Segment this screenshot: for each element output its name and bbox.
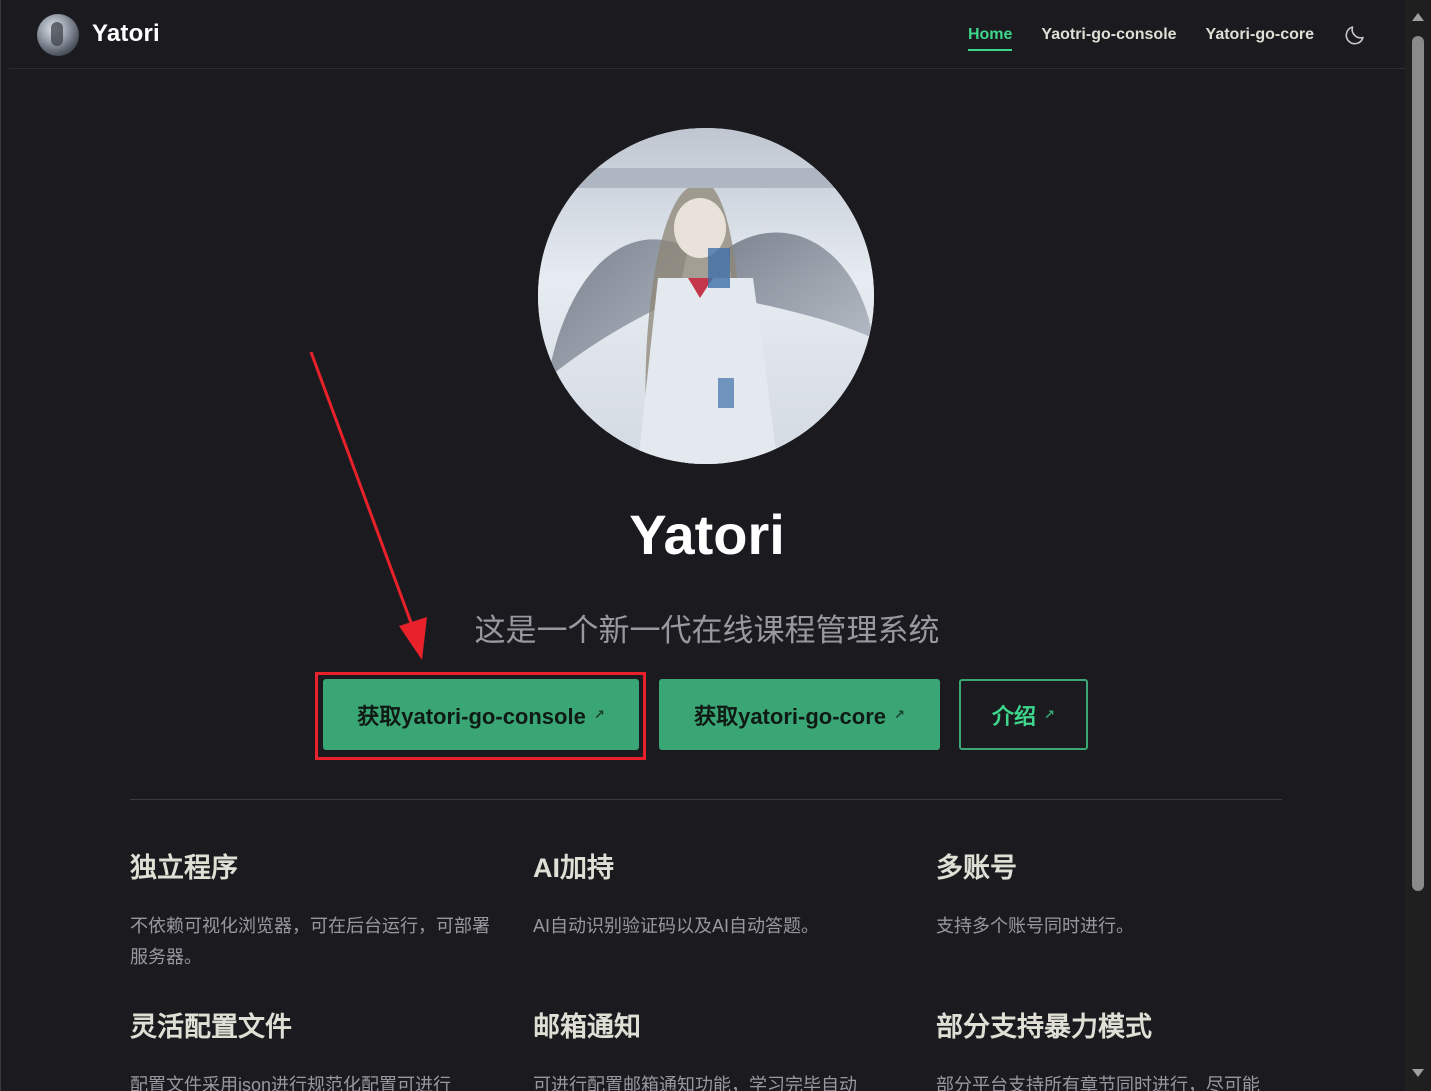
external-link-icon: ↗ (894, 706, 905, 722)
hero-title: Yatori (629, 503, 785, 566)
feature-card: AI加持 AI自动识别验证码以及AI自动答题。 (533, 846, 893, 942)
get-console-button[interactable]: 获取yatori-go-console ↗ (323, 679, 639, 750)
get-console-label: 获取yatori-go-console (357, 703, 586, 729)
feature-title: 独立程序 (130, 853, 238, 883)
feature-details: 配置文件采用json进行规范化配置可进行 (130, 1075, 452, 1091)
external-link-icon: ↗ (1044, 706, 1055, 722)
feature-details: 部分平台支持所有章节同时进行，尽可能 (936, 1075, 1260, 1091)
feature-title: 多账号 (936, 853, 1017, 883)
vertical-scrollbar[interactable] (1405, 0, 1431, 1091)
get-core-label: 获取yatori-go-core (694, 703, 886, 729)
feature-card: 独立程序 不依赖可视化浏览器，可在后台运行，可部署服务器。 (130, 846, 490, 973)
feature-details: 可进行配置邮箱通知功能，学习完毕自动 (533, 1075, 857, 1091)
external-link-icon: ↗ (593, 706, 605, 722)
section-divider (130, 799, 1282, 800)
browser-frame: Yatori Home Yaotri-go-console Yatori-go-… (0, 0, 1431, 1091)
nav-link-home[interactable]: Home (967, 26, 1013, 51)
moon-icon[interactable] (1343, 23, 1367, 47)
site-brand[interactable]: Yatori (92, 20, 160, 48)
feature-card: 多账号 支持多个账号同时进行。 (936, 846, 1296, 942)
feature-title: 邮箱通知 (533, 1012, 641, 1042)
hero-tagline: 这是一个新一代在线课程管理系统 (474, 613, 940, 648)
feature-card: 邮箱通知 可进行配置邮箱通知功能，学习完毕自动 (533, 1005, 893, 1091)
scroll-thumb[interactable] (1412, 36, 1424, 891)
hero-image (538, 128, 874, 464)
nav-link-core[interactable]: Yatori-go-core (1206, 26, 1314, 44)
feature-details: 不依赖可视化浏览器，可在后台运行，可部署服务器。 (130, 916, 490, 967)
feature-title: AI加持 (533, 853, 614, 883)
scroll-down-arrow-icon[interactable] (1412, 1069, 1424, 1077)
feature-card: 灵活配置文件 配置文件采用json进行规范化配置可进行 (130, 1005, 490, 1091)
feature-details: AI自动识别验证码以及AI自动答题。 (533, 916, 820, 936)
page-viewport: Yatori Home Yaotri-go-console Yatori-go-… (9, 0, 1405, 1091)
feature-title: 灵活配置文件 (130, 1012, 292, 1042)
intro-label: 介绍 (992, 703, 1037, 729)
feature-title: 部分支持暴力模式 (936, 1012, 1152, 1042)
nav-links: Home Yaotri-go-console Yatori-go-core (967, 0, 1405, 69)
nav-link-console[interactable]: Yaotri-go-console (1041, 26, 1176, 44)
feature-card: 部分支持暴力模式 部分平台支持所有章节同时进行，尽可能 (936, 1005, 1296, 1091)
intro-button[interactable]: 介绍 ↗ (959, 679, 1088, 750)
scroll-up-arrow-icon[interactable] (1412, 13, 1424, 21)
feature-details: 支持多个账号同时进行。 (936, 916, 1134, 936)
logo-avatar[interactable] (37, 14, 79, 56)
get-core-button[interactable]: 获取yatori-go-core ↗ (659, 679, 940, 750)
top-nav: Yatori Home Yaotri-go-console Yatori-go-… (9, 0, 1405, 69)
